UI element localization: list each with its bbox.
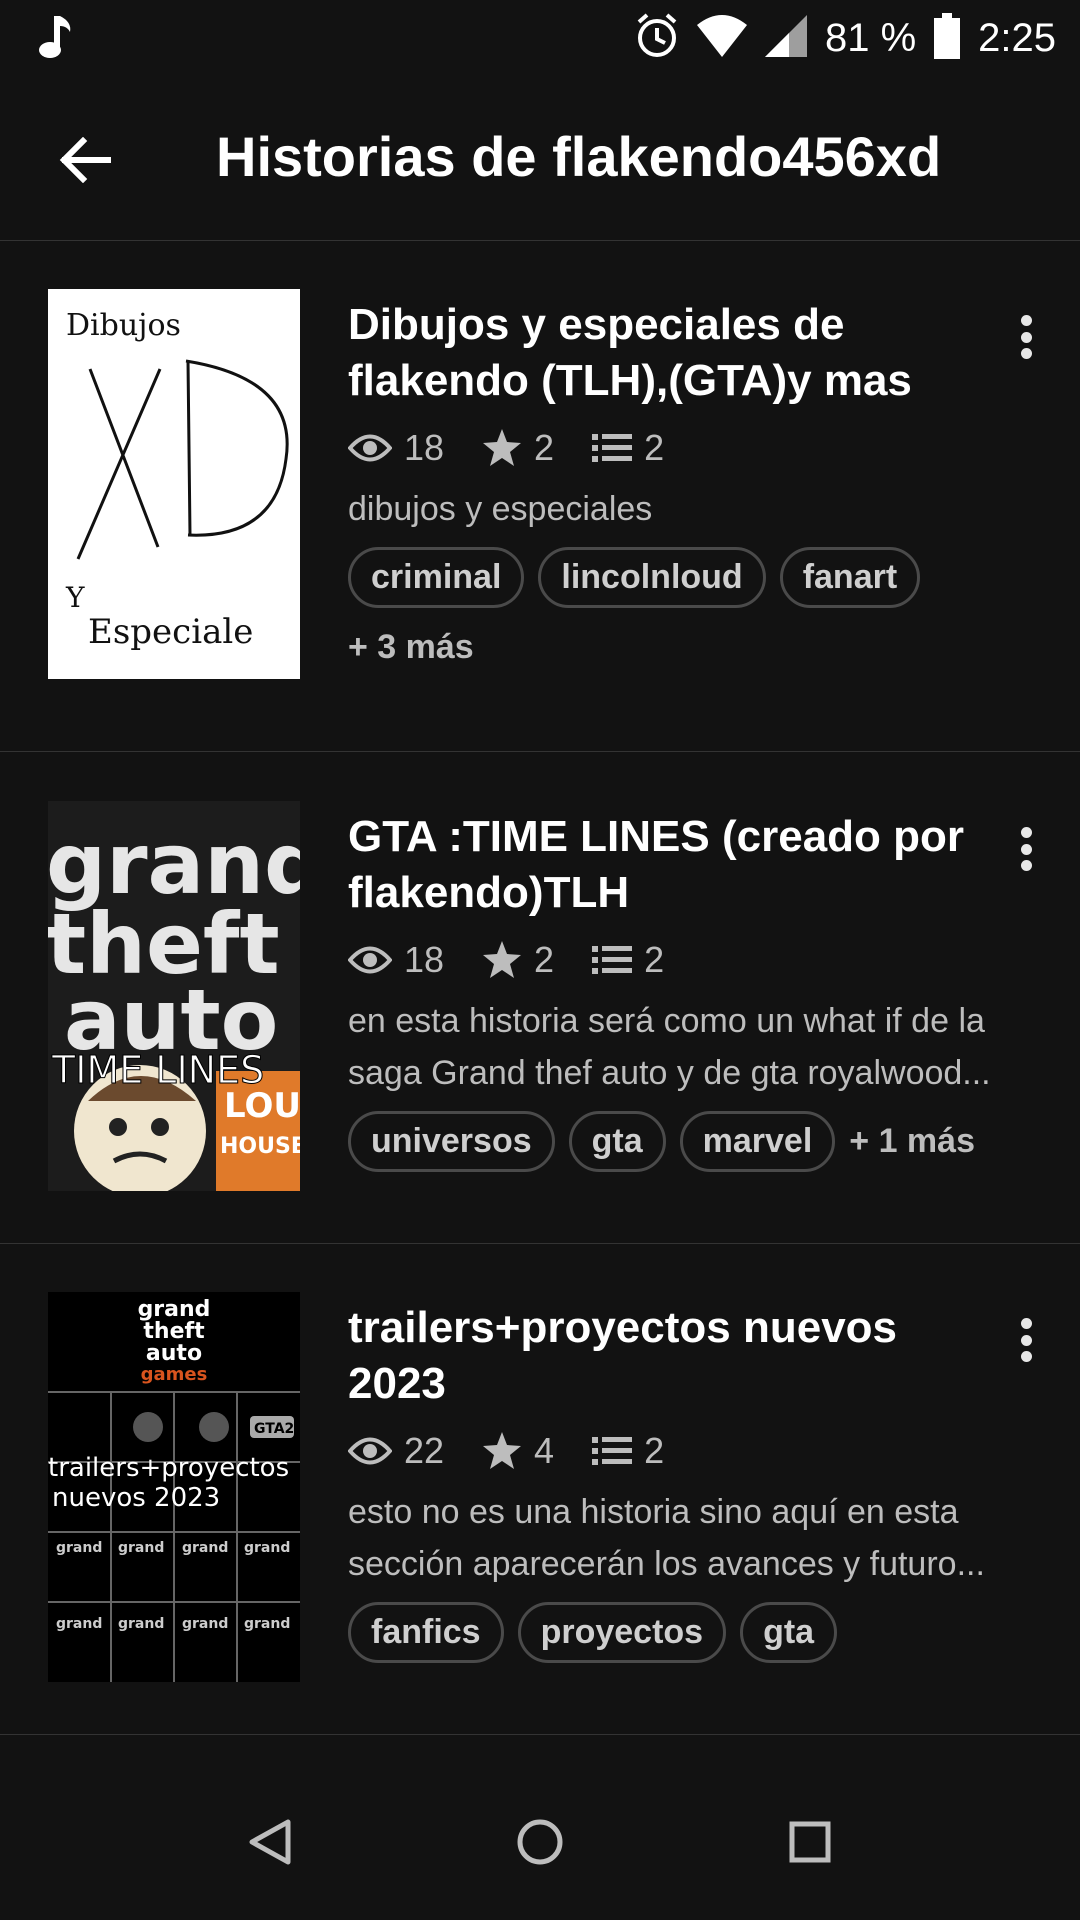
- svg-text:grand: grand: [244, 1616, 290, 1632]
- vote-count: 2: [534, 427, 555, 468]
- nav-back-icon: [249, 1819, 291, 1865]
- eye-icon: [348, 1437, 392, 1465]
- story-item[interactable]: Dibujos Y Especiale Dibujos y especiales…: [0, 241, 1080, 752]
- part-count: 2: [644, 939, 665, 980]
- story-item[interactable]: grand theft auto LOUD HOUSE TIME LINES G…: [0, 753, 1080, 1244]
- svg-text:HOUSE: HOUSE: [220, 1134, 300, 1159]
- svg-text:grand: grand: [118, 1540, 164, 1556]
- tag[interactable]: lincolnloud: [538, 547, 766, 608]
- star-icon: [483, 429, 522, 466]
- story-title[interactable]: trailers+proyectos nuevos 2023: [348, 1300, 988, 1412]
- svg-text:nuevos 2023: nuevos 2023: [52, 1483, 220, 1513]
- music-note-icon: [34, 12, 74, 67]
- list-icon: [592, 946, 633, 974]
- vote-count: 2: [534, 939, 555, 980]
- svg-text:TIME LINES: TIME LINES: [51, 1048, 264, 1092]
- list-icon: [592, 1437, 633, 1465]
- story-stats: 22 4 2: [348, 1430, 1038, 1472]
- story-cover[interactable]: Dibujos Y Especiale: [48, 289, 300, 679]
- svg-text:grand: grand: [56, 1616, 102, 1632]
- more-options-button[interactable]: [1006, 1310, 1046, 1370]
- page-title: Historias de flakendo456xd: [216, 125, 942, 188]
- nav-home-button[interactable]: [500, 1802, 580, 1882]
- story-stats: 18 2 2: [348, 939, 1038, 981]
- story-stats: 18 2 2: [348, 427, 1038, 469]
- read-count: 18: [404, 939, 445, 980]
- battery-percent: 81 %: [824, 16, 917, 60]
- tag[interactable]: gta: [568, 1111, 666, 1172]
- nav-recents-button[interactable]: [770, 1802, 850, 1882]
- star-icon: [483, 1432, 522, 1469]
- arrow-back-icon: [59, 137, 111, 183]
- vote-count: 4: [534, 1430, 555, 1471]
- tag-list: criminal lincolnloud fanart: [348, 547, 1038, 620]
- story-description: en esta historia será como un what if de…: [348, 1002, 991, 1092]
- nav-back-button[interactable]: [230, 1802, 310, 1882]
- svg-text:grand: grand: [182, 1616, 228, 1632]
- story-cover[interactable]: grand theft auto LOUD HOUSE TIME LINES: [48, 801, 300, 1191]
- more-options-button[interactable]: [1006, 819, 1046, 879]
- svg-text:LOUD: LOUD: [224, 1086, 300, 1126]
- svg-text:grand: grand: [56, 1540, 102, 1556]
- more-options-button[interactable]: [1006, 307, 1046, 367]
- svg-text:grand: grand: [244, 1540, 290, 1556]
- more-tags[interactable]: + 1 más: [849, 1122, 975, 1161]
- eye-icon: [348, 946, 392, 974]
- system-nav-bar: [0, 1760, 1080, 1920]
- status-bar: 81 % 2:25: [0, 0, 1080, 80]
- svg-text:GTA2: GTA2: [254, 1421, 294, 1437]
- story-title[interactable]: GTA :TIME LINES (creado por flakendo)TLH: [348, 809, 988, 921]
- tag[interactable]: marvel: [679, 1111, 836, 1172]
- tag-list: fanfics proyectos gta: [348, 1602, 1038, 1675]
- tag[interactable]: fanart: [779, 547, 921, 608]
- more-tags[interactable]: + 3 más: [348, 628, 1024, 667]
- tag-list: universos gta marvel + 1 más: [348, 1111, 1038, 1184]
- svg-text:trailers+proyectos: trailers+proyectos: [48, 1453, 289, 1483]
- svg-text:grand: grand: [118, 1616, 164, 1632]
- alarm-icon: [635, 12, 679, 65]
- svg-text:Especiale: Especiale: [88, 612, 253, 652]
- part-count: 2: [644, 427, 665, 468]
- battery-icon: [934, 13, 961, 64]
- tag[interactable]: gta: [740, 1602, 838, 1663]
- tag[interactable]: proyectos: [517, 1602, 727, 1663]
- story-title[interactable]: Dibujos y especiales de flakendo (TLH),(…: [348, 297, 988, 409]
- svg-text:auto: auto: [146, 1341, 202, 1366]
- story-cover[interactable]: grand theft auto games GTA2 grand grand …: [48, 1292, 300, 1682]
- story-description: dibujos y especiales: [348, 490, 653, 528]
- svg-text:Y: Y: [65, 581, 85, 614]
- svg-text:grand: grand: [182, 1540, 228, 1556]
- clock: 2:25: [978, 16, 1056, 60]
- tag[interactable]: fanfics: [348, 1602, 504, 1663]
- tag[interactable]: universos: [348, 1111, 555, 1172]
- read-count: 22: [404, 1430, 445, 1471]
- part-count: 2: [644, 1430, 665, 1471]
- app-bar: Historias de flakendo456xd: [0, 80, 1080, 241]
- list-icon: [592, 434, 633, 462]
- svg-text:Dibujos: Dibujos: [66, 308, 181, 343]
- star-icon: [483, 941, 522, 978]
- eye-icon: [348, 434, 392, 462]
- signal-icon: [764, 15, 807, 62]
- wifi-icon: [696, 15, 747, 62]
- nav-recents-icon: [789, 1821, 831, 1863]
- story-item[interactable]: grand theft auto games GTA2 grand grand …: [0, 1244, 1080, 1735]
- svg-text:games: games: [141, 1364, 208, 1385]
- read-count: 18: [404, 427, 445, 468]
- nav-home-icon: [517, 1819, 563, 1865]
- back-button[interactable]: [50, 130, 120, 190]
- tag[interactable]: criminal: [348, 547, 525, 608]
- story-description: esto no es una historia sino aquí en est…: [348, 1493, 985, 1583]
